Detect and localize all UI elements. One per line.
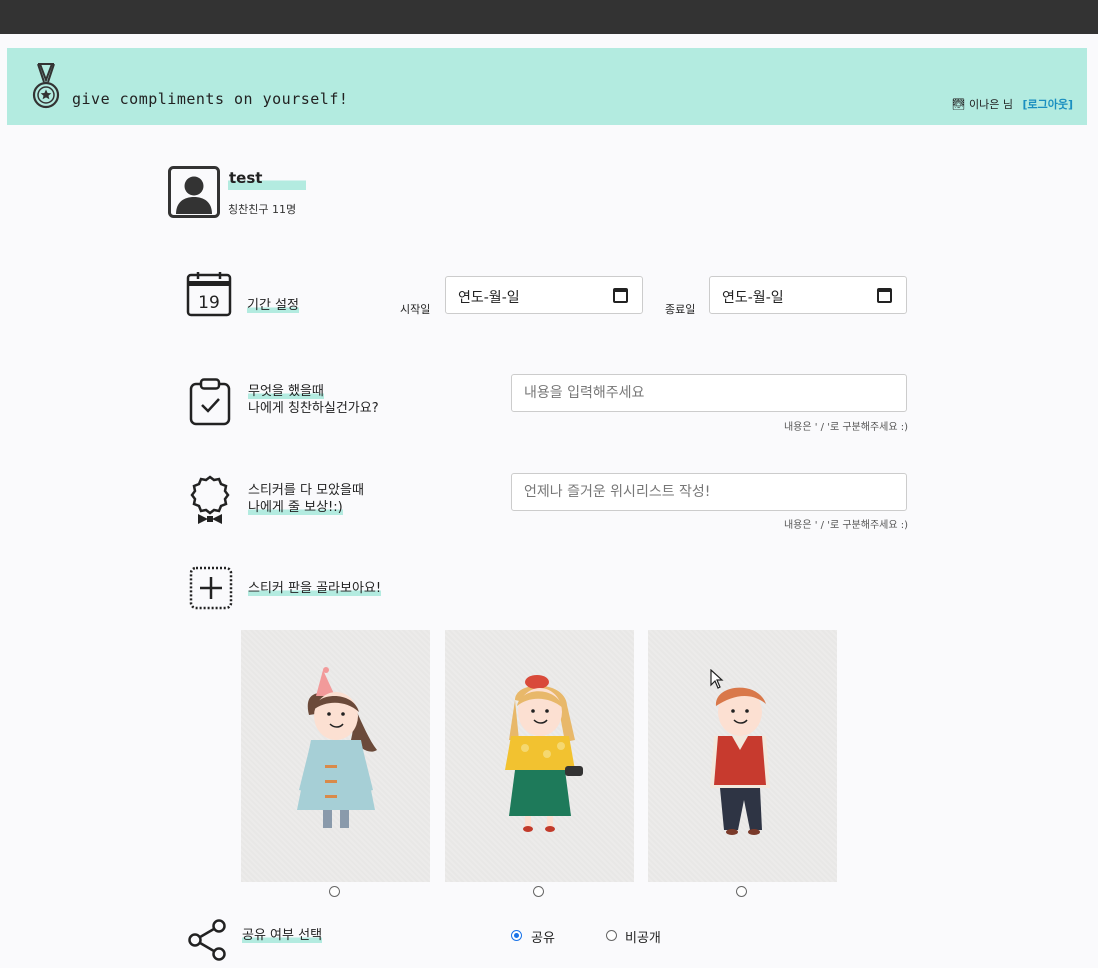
sticker-board-label: 스티커 판을 골라보아요! — [248, 581, 382, 596]
share-private-label: 비공개 — [625, 931, 661, 946]
user-name: 이나은 님 — [968, 98, 1013, 111]
profile-friend-count: 칭찬친구 11명 — [228, 203, 297, 216]
sticker-card-boy-red-vest[interactable] — [648, 630, 837, 882]
task-input[interactable] — [511, 374, 907, 412]
girl-yellow-top-illustration — [505, 675, 583, 832]
task-question: 무엇을 했을때 나에게 칭찬하실건가요? — [248, 384, 379, 416]
calendar-picker-icon[interactable] — [877, 288, 892, 303]
calendar-picker-icon[interactable] — [613, 288, 628, 303]
share-private-radio[interactable] — [606, 930, 617, 941]
calendar-icon: 19 — [186, 272, 232, 317]
clipboard-check-icon — [189, 378, 231, 426]
share-icon — [188, 919, 226, 961]
add-board-icon — [189, 566, 233, 610]
reward-hint: 내용은 ' / '로 구분해주세요 :) — [783, 520, 908, 531]
reward-question: 스티커를 다 모았을때 나에게 줄 보상!:) — [248, 483, 364, 515]
task-hint: 내용은 ' / '로 구분해주세요 :) — [783, 422, 908, 433]
start-date-label: 시작일 — [400, 303, 431, 316]
sun-icon: 🌅︎ — [951, 98, 966, 111]
browser-topbar — [0, 0, 1098, 34]
logout-link[interactable]: [로그아웃] — [1022, 98, 1073, 111]
profile-avatar-icon — [168, 166, 220, 218]
start-date-input[interactable]: 연도-월-일 — [445, 276, 643, 314]
sticker-radio-2[interactable] — [533, 886, 544, 897]
header-banner: give compliments on yourself! 🌅︎ 이나은 님 [… — [7, 48, 1087, 125]
boy-red-vest-illustration — [710, 687, 770, 835]
mouse-cursor-icon — [710, 669, 724, 689]
reward-input[interactable] — [511, 473, 907, 511]
profile-name: test — [228, 169, 306, 190]
share-label: 공유 여부 선택 — [242, 928, 323, 943]
sticker-card-girl-blue-coat[interactable] — [241, 630, 430, 882]
medal-icon — [32, 63, 60, 109]
user-info: 🌅︎ 이나은 님 [로그아웃] — [952, 96, 1074, 112]
sticker-radio-1[interactable] — [329, 886, 340, 897]
sticker-card-girl-yellow-top[interactable] — [445, 630, 634, 882]
sticker-radio-3[interactable] — [736, 886, 747, 897]
end-date-label: 종료일 — [665, 303, 696, 316]
share-public-radio[interactable] — [511, 930, 522, 941]
calendar-day: 19 — [198, 293, 220, 313]
site-title: give compliments on yourself! — [72, 90, 349, 108]
period-label: 기간 설정 — [247, 298, 299, 313]
award-ribbon-icon — [190, 475, 230, 524]
end-date-input[interactable]: 연도-월-일 — [709, 276, 907, 314]
girl-blue-coat-illustration — [297, 667, 377, 828]
share-public-label: 공유 — [531, 931, 555, 946]
